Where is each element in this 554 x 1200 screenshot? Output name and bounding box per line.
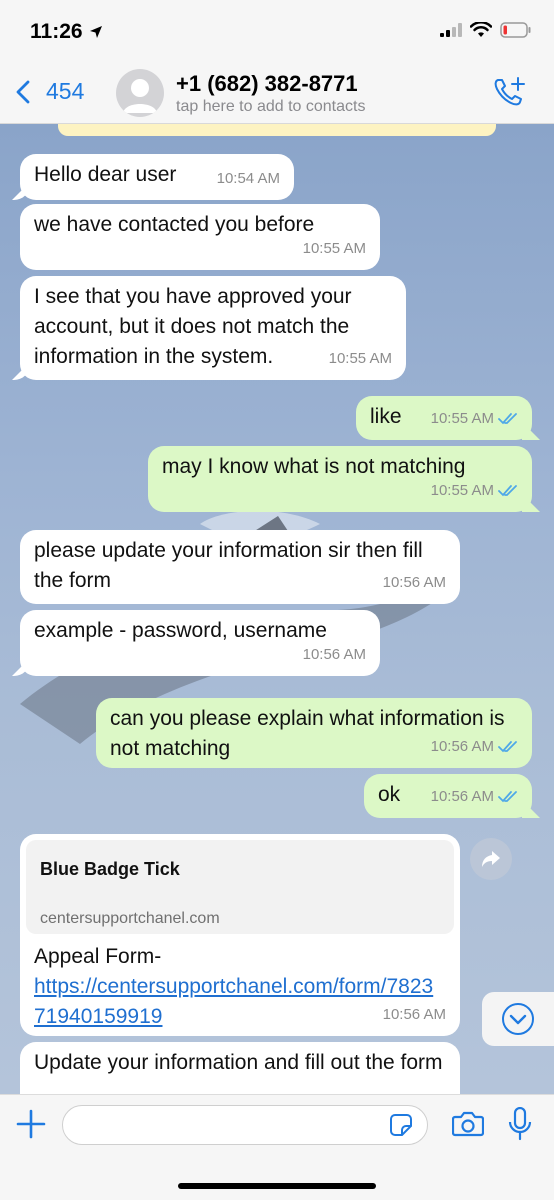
back-chevron-icon bbox=[16, 80, 30, 103]
link-preview-domain: centersupportchanel.com bbox=[40, 910, 220, 927]
forward-button[interactable] bbox=[470, 838, 512, 880]
attach-button[interactable] bbox=[16, 1109, 46, 1144]
message-text: Appeal Form- bbox=[34, 945, 162, 968]
sticker-button[interactable] bbox=[389, 1113, 413, 1142]
back-button[interactable]: 454 bbox=[16, 78, 84, 105]
camera-button[interactable] bbox=[451, 1111, 485, 1142]
status-time: 11:26 bbox=[30, 20, 103, 44]
microphone-icon bbox=[508, 1106, 532, 1141]
message-text: ok bbox=[378, 783, 401, 806]
contact-subtitle[interactable]: tap here to add to contacts bbox=[176, 98, 365, 116]
message-time: 10:55 AM bbox=[431, 404, 518, 434]
message-input-bar bbox=[0, 1094, 554, 1200]
camera-icon bbox=[451, 1111, 485, 1137]
scroll-down-icon bbox=[502, 1003, 534, 1035]
message-time: 10:55 AM bbox=[328, 350, 392, 367]
link-preview-card[interactable]: Blue Badge Tick centersupportchanel.com bbox=[26, 840, 454, 934]
avatar-placeholder-icon bbox=[123, 79, 157, 113]
message-outgoing[interactable]: can you please explain what information … bbox=[96, 698, 532, 768]
signal-icon bbox=[440, 23, 462, 37]
message-incoming[interactable]: please update your information sir then … bbox=[20, 530, 460, 604]
message-incoming-link[interactable]: Blue Badge Tick centersupportchanel.com … bbox=[20, 834, 460, 1036]
message-time: 10:54 AM bbox=[216, 170, 280, 187]
message-time: 10:56 AM bbox=[382, 1006, 446, 1023]
add-call-icon bbox=[494, 77, 525, 106]
time-text: 11:26 bbox=[30, 20, 83, 43]
link-preview-title: Blue Badge Tick bbox=[40, 859, 180, 879]
double-check-icon bbox=[498, 485, 517, 497]
status-icons bbox=[440, 22, 532, 38]
share-forward-icon bbox=[482, 851, 500, 867]
message-incoming[interactable]: I see that you have approved your accoun… bbox=[20, 276, 406, 380]
message-text: example - password, username bbox=[34, 619, 327, 642]
message-text: may I know what is not matching bbox=[162, 455, 466, 478]
location-arrow-icon bbox=[89, 26, 102, 38]
message-text: we have contacted you before bbox=[34, 213, 315, 236]
plus-icon bbox=[16, 1109, 46, 1139]
chat-area[interactable]: Hello dear user 10:54 AM we have contact… bbox=[0, 124, 554, 1094]
message-outgoing[interactable]: ok 10:56 AM bbox=[364, 774, 532, 818]
message-time: 10:56 AM bbox=[431, 782, 518, 812]
message-outgoing[interactable]: like 10:55 AM bbox=[356, 396, 532, 440]
scroll-to-bottom-button[interactable] bbox=[482, 992, 554, 1046]
message-link[interactable]: https://centersupportchanel.com/form/782… bbox=[34, 972, 434, 1032]
message-text: Update your information and fill out the… bbox=[34, 1051, 443, 1074]
unread-count: 454 bbox=[46, 78, 85, 104]
message-text: Hello dear user bbox=[34, 163, 177, 186]
message-incoming[interactable]: Hello dear user 10:54 AM bbox=[20, 154, 294, 200]
message-input[interactable] bbox=[62, 1105, 428, 1145]
message-time: 10:56 AM bbox=[431, 732, 518, 762]
microphone-button[interactable] bbox=[508, 1106, 532, 1146]
double-check-icon bbox=[498, 413, 517, 425]
encryption-notice bbox=[58, 124, 496, 136]
message-time: 10:55 AM bbox=[431, 476, 518, 506]
battery-icon bbox=[500, 22, 531, 38]
message-incoming[interactable]: Update your information and fill out the… bbox=[20, 1042, 460, 1094]
add-call-button[interactable] bbox=[492, 76, 526, 113]
home-indicator bbox=[178, 1183, 376, 1189]
message-text: like bbox=[370, 405, 402, 428]
message-time: 10:56 AM bbox=[382, 574, 446, 591]
message-text: I see that you have approved your accoun… bbox=[34, 285, 352, 368]
double-check-icon bbox=[498, 791, 517, 803]
message-outgoing[interactable]: may I know what is not matching 10:55 AM bbox=[148, 446, 532, 512]
message-time: 10:56 AM bbox=[302, 646, 366, 663]
sticker-icon bbox=[390, 1114, 412, 1136]
message-incoming[interactable]: we have contacted you before 10:55 AM bbox=[20, 204, 380, 270]
status-bar: 11:26 bbox=[0, 0, 554, 60]
contact-name[interactable]: +1 (682) 382-8771 bbox=[176, 71, 358, 97]
double-check-icon bbox=[498, 741, 517, 753]
chat-header: 454 +1 (682) 382-8771 tap here to add to… bbox=[0, 60, 554, 124]
message-incoming[interactable]: example - password, username 10:56 AM bbox=[20, 610, 380, 676]
message-time: 10:55 AM bbox=[302, 240, 366, 257]
avatar[interactable] bbox=[116, 69, 164, 117]
wifi-icon bbox=[470, 22, 492, 37]
